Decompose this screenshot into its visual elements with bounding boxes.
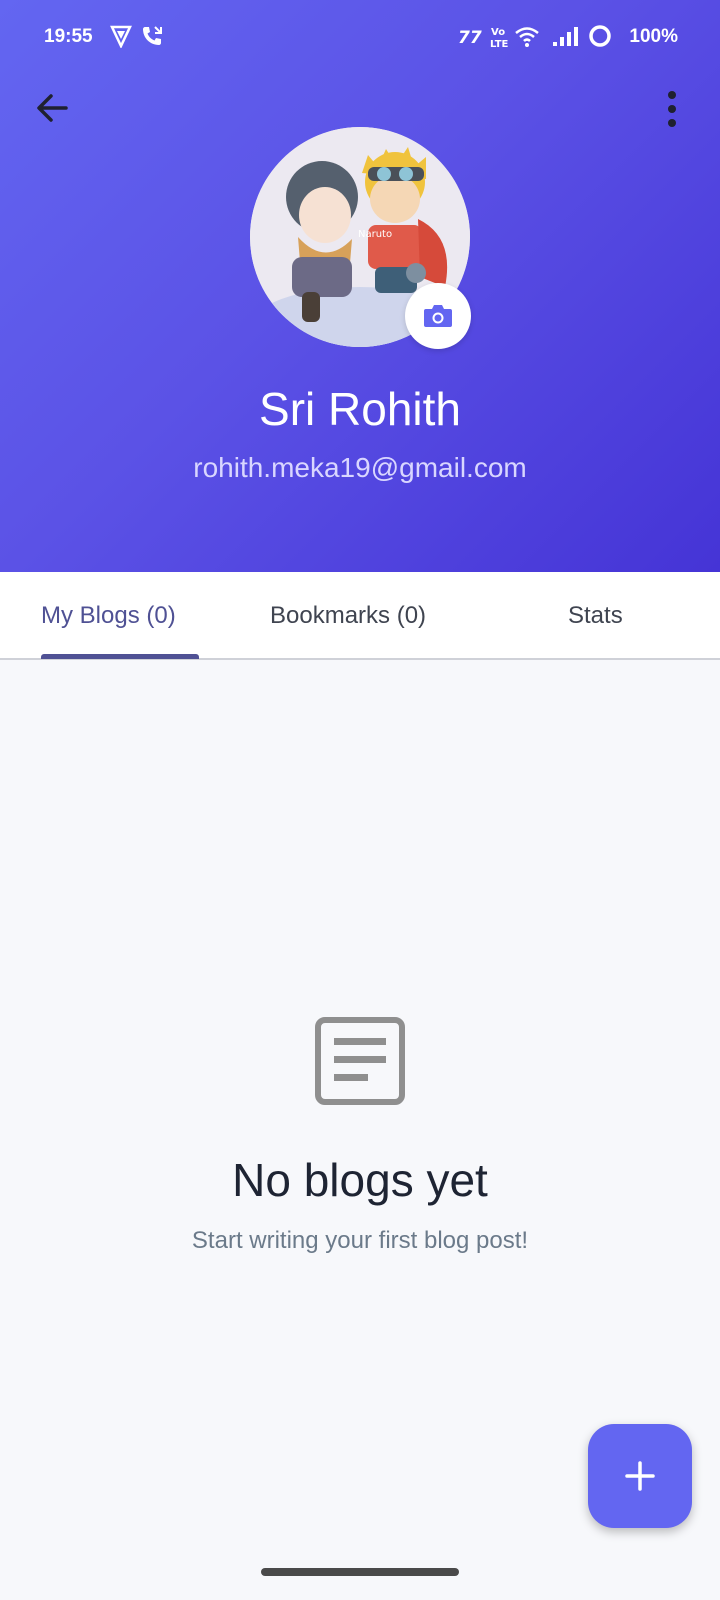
back-button[interactable] <box>30 86 74 130</box>
svg-text:77: 77 <box>458 28 482 48</box>
add-blog-button[interactable] <box>588 1424 692 1528</box>
tab-stats[interactable]: Stats <box>568 602 623 630</box>
profile-tabs: My Blogs (0) Bookmarks (0) Stats <box>0 572 720 660</box>
tab-bookmarks[interactable]: Bookmarks (0) <box>270 602 426 630</box>
camera-icon <box>424 305 452 327</box>
plus-icon <box>625 1461 655 1491</box>
empty-state-title: No blogs yet <box>232 1154 488 1206</box>
article-icon <box>315 1017 405 1105</box>
status-time: 19:55 <box>44 26 93 47</box>
shield-icon <box>110 24 132 54</box>
back-arrow-icon <box>37 94 68 122</box>
svg-text:Naruto: Naruto <box>358 229 392 240</box>
wifi-icon <box>514 24 540 54</box>
carrier-icon: 77 <box>458 24 486 54</box>
profile-header: 19:55 77 Vo LTE 100% Naruto Sri Rohith r… <box>0 0 720 572</box>
active-tab-indicator <box>41 654 199 659</box>
more-options-button[interactable] <box>660 88 684 132</box>
battery-ring-icon <box>588 24 612 54</box>
volte-icon: Vo LTE <box>490 24 512 56</box>
empty-state-subtitle: Start writing your first blog post! <box>191 1227 529 1254</box>
svg-text:Vo: Vo <box>491 27 505 38</box>
status-bar: 19:55 77 Vo LTE 100% <box>0 0 720 76</box>
call-icon <box>140 24 164 54</box>
change-photo-button[interactable] <box>405 283 471 349</box>
more-vertical-icon <box>668 91 676 127</box>
battery-level: 100% <box>629 26 678 47</box>
gesture-nav-handle[interactable] <box>261 1568 459 1576</box>
tab-my-blogs[interactable]: My Blogs (0) <box>41 602 176 630</box>
profile-name: Sri Rohith <box>259 383 461 435</box>
profile-email: rohith.meka19@gmail.com <box>193 452 527 483</box>
svg-text:LTE: LTE <box>490 39 509 50</box>
signal-icon <box>552 24 578 54</box>
